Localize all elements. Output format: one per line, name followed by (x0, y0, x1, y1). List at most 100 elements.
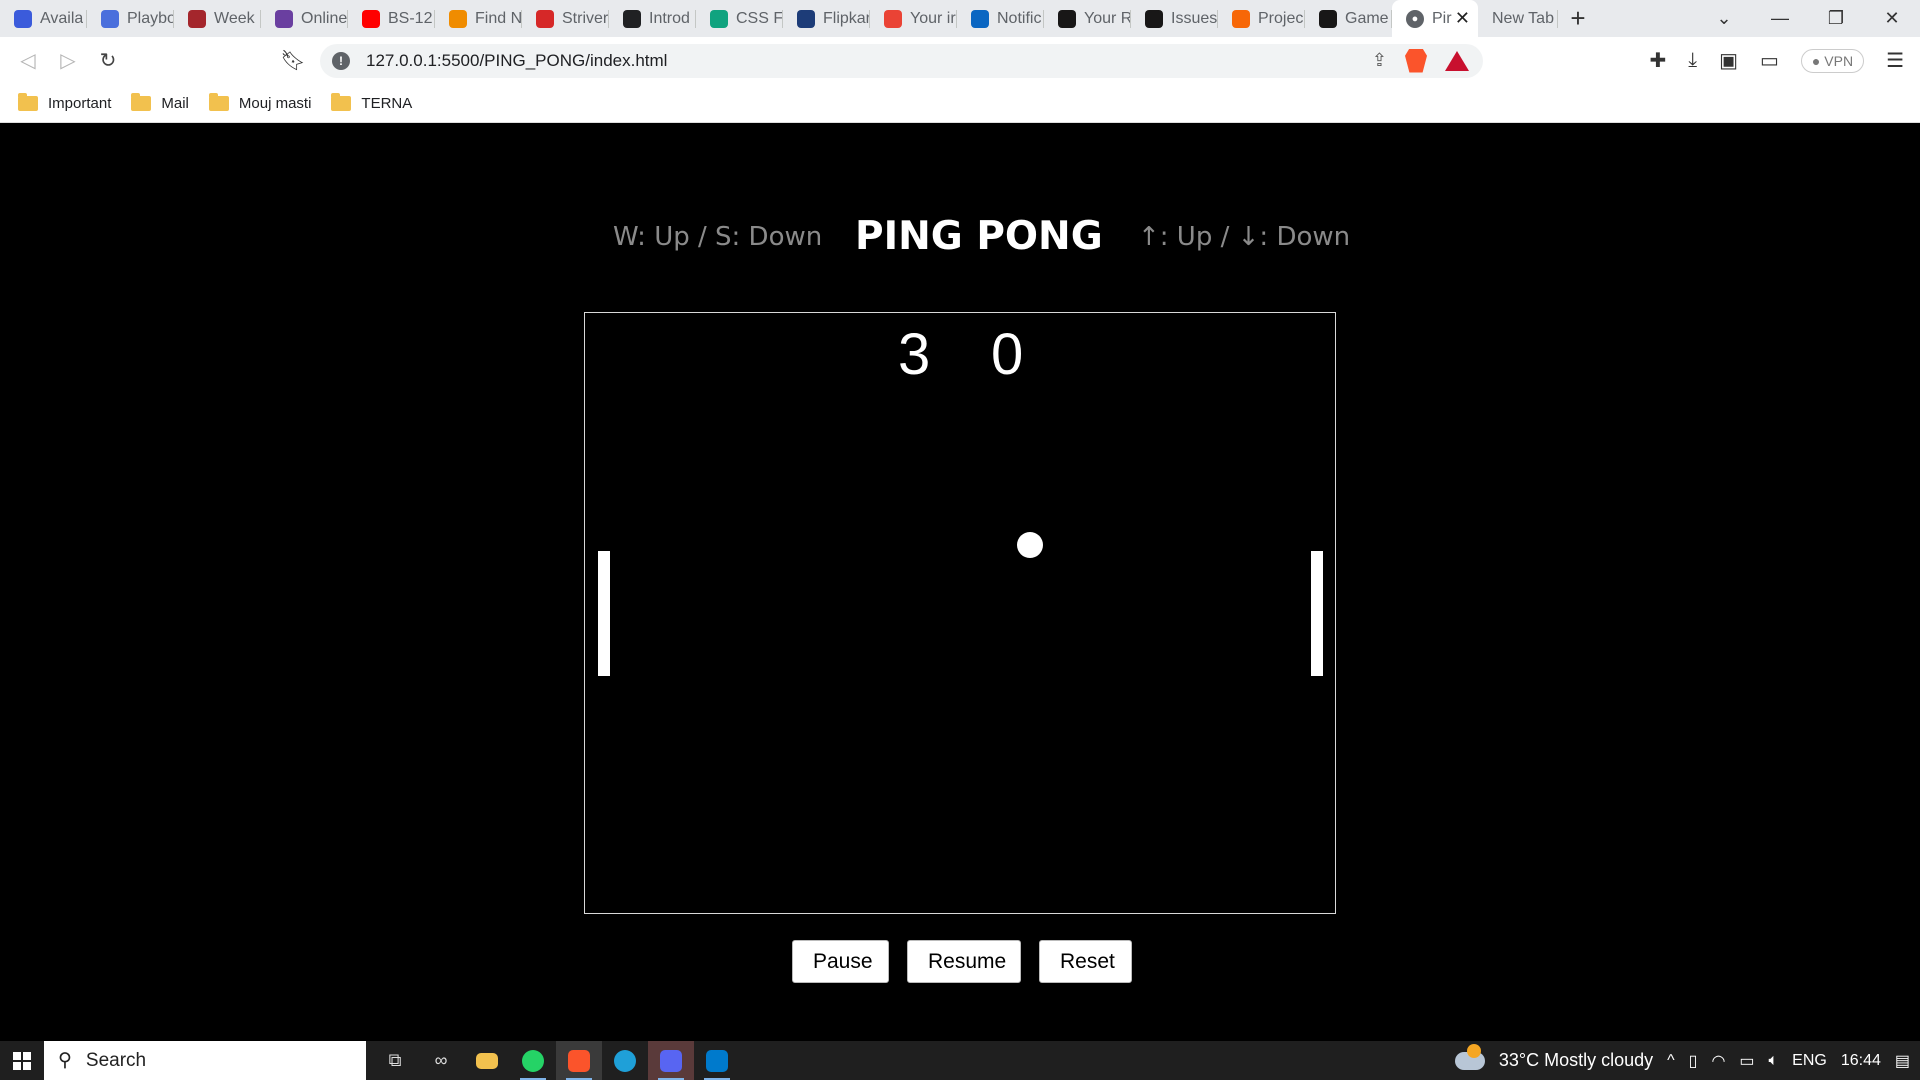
tab-item[interactable]: Online (261, 0, 348, 37)
close-window-icon[interactable]: ✕ (1864, 8, 1920, 29)
tab-item[interactable]: Flipkar (783, 0, 870, 37)
tab-item[interactable]: Your ir (870, 0, 957, 37)
tab-item[interactable]: Availa (0, 0, 87, 37)
tab-item[interactable]: BS-12 (348, 0, 435, 37)
close-tab-icon[interactable]: ✕ (1455, 8, 1470, 29)
taskbar-apps: ⧉ ∞ (372, 1041, 740, 1080)
system-tray: 33°C Mostly cloudy ^ ▯ ◠ ▭ 🔈︎ ENG 16:44 … (1454, 1043, 1920, 1071)
discord-icon[interactable] (648, 1041, 694, 1080)
left-player-score: 3 (898, 322, 931, 387)
brave-browser-icon[interactable] (556, 1041, 602, 1080)
copilot-infinity-icon[interactable]: ∞ (418, 1041, 464, 1080)
task-view-icon[interactable]: ⧉ (372, 1041, 418, 1080)
vscode-icon[interactable] (694, 1041, 740, 1080)
bookmark-folder[interactable]: Important (18, 92, 111, 112)
notifications-icon[interactable]: ▤ (1895, 1051, 1910, 1071)
tab-title: Week (214, 9, 255, 27)
brave-shields-icon[interactable] (1405, 48, 1427, 73)
tab-new-tab[interactable]: New Tab (1478, 0, 1558, 37)
tab-item[interactable]: Game (1305, 0, 1392, 37)
resume-button[interactable]: Resume (907, 940, 1021, 983)
sidebar-icon[interactable]: ▣ (1719, 48, 1738, 73)
tab-title: CSS Fo (736, 9, 783, 27)
minimize-icon[interactable]: — (1752, 8, 1808, 29)
tab-title: Find N (475, 9, 522, 27)
pause-button[interactable]: Pause (792, 940, 889, 983)
right-player-score: 0 (991, 322, 1024, 387)
game-board[interactable]: 3 0 (584, 312, 1336, 914)
tab-item[interactable]: Projec (1218, 0, 1305, 37)
new-tab-button[interactable]: + (1558, 3, 1598, 34)
tab-title: Notific (997, 9, 1042, 27)
tab-title: BS-12 (388, 9, 433, 27)
reset-button[interactable]: Reset (1039, 940, 1132, 983)
share-icon[interactable]: ⇪ (1372, 50, 1387, 71)
linkedin-icon (971, 9, 989, 28)
language-indicator[interactable]: ENG (1792, 1052, 1827, 1070)
tab-title: Projec (1258, 9, 1304, 27)
openai-icon (623, 9, 641, 28)
whatsapp-icon[interactable] (510, 1041, 556, 1080)
back-icon[interactable]: ◁ (8, 48, 48, 73)
volume-icon[interactable]: 🔈︎ (1769, 1052, 1779, 1070)
address-bar[interactable]: ! 127.0.0.1:5500/PING_PONG/index.html ⇪ (320, 43, 1483, 78)
site-info-icon[interactable]: ! (332, 51, 350, 70)
url-text[interactable]: 127.0.0.1:5500/PING_PONG/index.html (366, 51, 667, 71)
bookmark-label: TERNA (361, 94, 413, 112)
game-controls: Pause Resume Reset (0, 940, 1920, 983)
tab-item[interactable]: Playbo (87, 0, 174, 37)
bookmark-folder[interactable]: TERNA (331, 92, 413, 112)
search-icon: ⚲ (58, 1050, 72, 1071)
taskbar-search[interactable]: ⚲ Search (44, 1041, 366, 1080)
tab-item[interactable]: Your R (1044, 0, 1131, 37)
bookmark-label: Mouj masti (238, 94, 312, 112)
tab-item[interactable]: Notific (957, 0, 1044, 37)
bookmark-folder[interactable]: Mail (131, 92, 189, 112)
wallet-icon[interactable]: ▭ (1760, 48, 1779, 73)
tab-title: Online (301, 9, 348, 27)
windows-logo-icon (13, 1051, 31, 1070)
page-title: PING PONG (855, 214, 1103, 259)
openai-icon (710, 9, 728, 28)
globe-icon: ● (1406, 9, 1424, 28)
tab-title: Pir (1432, 9, 1452, 27)
bookmark-folder[interactable]: Mouj masti (208, 92, 312, 112)
wifi-icon[interactable]: ◠ (1711, 1051, 1725, 1071)
extensions-icon[interactable]: ✚ (1649, 48, 1666, 73)
github-icon (1319, 9, 1337, 28)
clock[interactable]: 16:44 (1841, 1052, 1881, 1070)
downloads-icon[interactable]: ⤓ (1688, 49, 1697, 72)
tab-active[interactable]: ● Pir ✕ (1392, 0, 1478, 37)
start-button[interactable] (0, 1051, 44, 1070)
tab-item[interactable]: Introd (609, 0, 696, 37)
restore-icon[interactable]: ❐ (1808, 8, 1864, 29)
meet-now-icon[interactable]: ▯ (1689, 1051, 1698, 1071)
youtube-icon (362, 9, 380, 28)
tab-item[interactable]: Striver (522, 0, 609, 37)
file-explorer-icon[interactable] (464, 1041, 510, 1080)
tab-item[interactable]: Find N (435, 0, 522, 37)
window-controls: ⌄ — ❐ ✕ (1696, 8, 1920, 29)
tab-title: Your ir (910, 9, 956, 27)
bookmark-icon[interactable]: 🔖︎ (278, 48, 308, 73)
brave-rewards-icon[interactable] (1445, 50, 1469, 71)
vpn-button[interactable]: ● VPN (1800, 48, 1865, 73)
left-paddle (598, 551, 610, 676)
tuf-icon (536, 9, 554, 28)
tab-item[interactable]: Week (174, 0, 261, 37)
github-icon (1145, 9, 1163, 28)
forward-icon[interactable]: ▷ (48, 48, 88, 73)
reload-icon[interactable]: ↻ (88, 48, 128, 73)
github-icon (1058, 9, 1076, 28)
tab-item[interactable]: Issues (1131, 0, 1218, 37)
tab-title: Flipkar (823, 9, 870, 27)
tab-title: Striver (562, 9, 609, 27)
tab-item[interactable]: CSS Fo (696, 0, 783, 37)
menu-icon[interactable]: ☰ (1886, 48, 1904, 73)
weather-text[interactable]: 33°C Mostly cloudy (1499, 1050, 1653, 1071)
edge-icon[interactable] (602, 1041, 648, 1080)
tab-search-chevron-icon[interactable]: ⌄ (1696, 8, 1752, 29)
battery-icon[interactable]: ▭ (1739, 1051, 1754, 1071)
tray-overflow-chevron-icon[interactable]: ^ (1667, 1052, 1675, 1070)
u-icon (14, 9, 32, 28)
